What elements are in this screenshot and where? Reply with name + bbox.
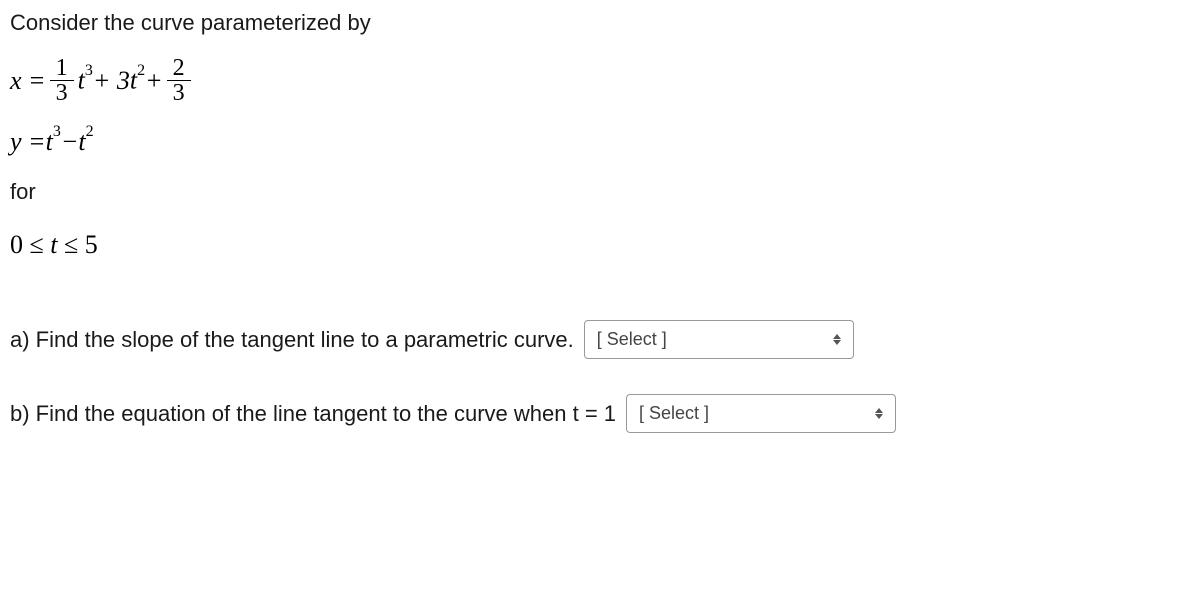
fraction-2-3: 2 3 [167, 56, 191, 105]
select-b-label: [ Select ] [639, 403, 709, 424]
eq-y-lhs: y = [10, 127, 46, 157]
for-label: for [10, 179, 1190, 205]
equation-x: x = 1 3 t3 + 3 t2 + 2 3 [10, 56, 1190, 105]
question-b-text: b) Find the equation of the line tangent… [10, 401, 616, 427]
equation-y: y = t3 − t2 [10, 127, 1190, 157]
frac-num: 2 [167, 56, 191, 81]
range-condition: 0 ≤ t ≤ 5 [10, 230, 1190, 260]
select-a-label: [ Select ] [597, 329, 667, 350]
updown-icon [875, 408, 883, 419]
frac-den: 3 [167, 81, 191, 105]
select-a[interactable]: [ Select ] [584, 320, 854, 359]
t-squared: t2 [78, 127, 93, 157]
minus: − [61, 127, 79, 157]
t-squared: t2 [130, 67, 145, 94]
t-cubed: t3 [46, 127, 61, 157]
frac-num: 1 [50, 56, 74, 81]
frac-den: 3 [50, 81, 74, 105]
plus: + [145, 68, 163, 94]
question-a-text: a) Find the slope of the tangent line to… [10, 327, 574, 353]
fraction-1-3: 1 3 [50, 56, 74, 105]
question-b-row: b) Find the equation of the line tangent… [10, 394, 1190, 433]
updown-icon [833, 334, 841, 345]
intro-text: Consider the curve parameterized by [10, 10, 1190, 36]
select-b[interactable]: [ Select ] [626, 394, 896, 433]
question-a-row: a) Find the slope of the tangent line to… [10, 320, 1190, 359]
t-cubed: t3 [78, 67, 93, 94]
plus-3: + 3 [93, 68, 130, 94]
eq-x-lhs: x = [10, 68, 46, 94]
